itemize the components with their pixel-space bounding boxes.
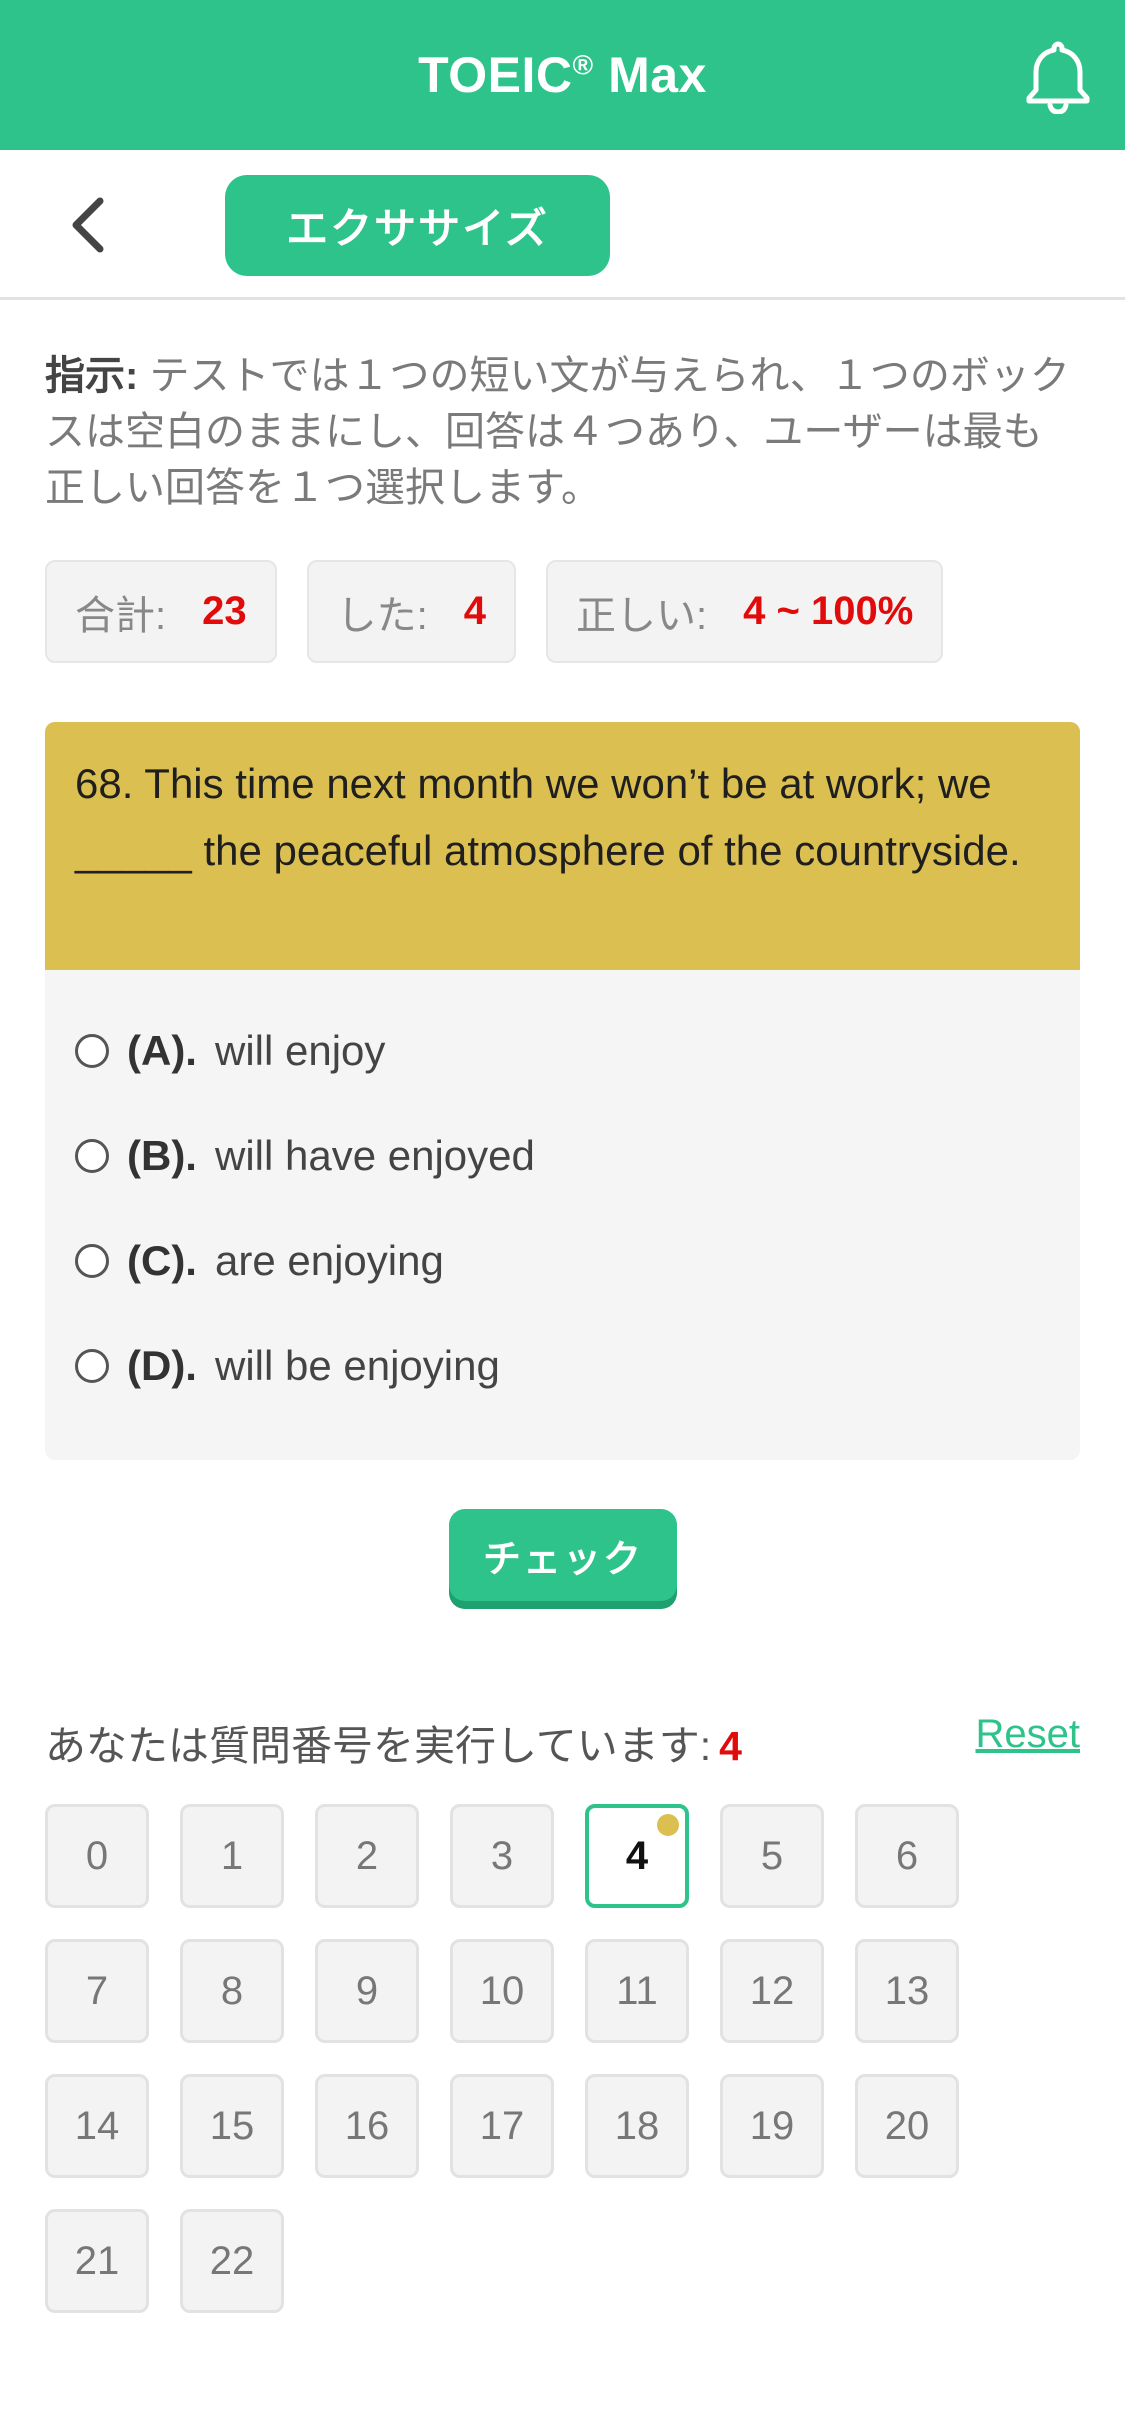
question-number-label: 6 — [895, 1833, 919, 1878]
question-number-button[interactable]: 8 — [180, 1939, 284, 2043]
option-label: (A). — [127, 1026, 197, 1074]
app-title: TOEIC® Max — [418, 46, 707, 104]
radio-button[interactable] — [75, 1033, 109, 1068]
app-header: TOEIC® Max — [0, 0, 1125, 150]
question-number-label: 1 — [220, 1833, 244, 1878]
question-card: 68. This time next month we won’t be at … — [45, 722, 1080, 1460]
question-number-button[interactable]: 20 — [855, 2074, 959, 2178]
answer-options: (A). will enjoy (B). will have enjoyed (… — [45, 970, 1080, 1460]
stats-row: 合計: 23 した: 4 正しい: 4 ~ 100% — [45, 560, 944, 663]
question-number-label: 19 — [749, 2103, 795, 2148]
radio-button[interactable] — [75, 1243, 109, 1278]
stat-total-value: 23 — [202, 589, 247, 633]
progress-label: あなたは質問番号を実行しています: — [45, 1723, 712, 1769]
question-number-label: 16 — [344, 2103, 390, 2148]
question-number-label: 17 — [479, 2103, 525, 2148]
question-number-button[interactable]: 0 — [45, 1804, 149, 1908]
option-label: (B). — [127, 1131, 197, 1179]
question-number-button[interactable]: 22 — [180, 2209, 284, 2313]
question-number-button[interactable]: 10 — [450, 1939, 554, 2043]
option-label: (C). — [127, 1236, 197, 1284]
question-number-button[interactable]: 1 — [180, 1804, 284, 1908]
question-number-button[interactable]: 18 — [585, 2074, 689, 2178]
back-arrow-icon[interactable] — [58, 190, 118, 260]
question-number-button[interactable]: 14 — [45, 2074, 149, 2178]
question-number-grid: 0 1 2 3 4 5 6 7 8 9 10 11 12 13 14 15 16 17 18 19 20 21 22 — [45, 1804, 1005, 2344]
instruction-body: テストでは１つの短い文が与えられ、１つのボックスは空白のままにし、回答は４つあり… — [45, 354, 1070, 510]
app-title-suffix: Max — [593, 47, 707, 103]
question-number-label: 7 — [85, 1968, 109, 2013]
app-title-mark: ® — [572, 49, 594, 81]
option-d[interactable]: (D). will be enjoying — [45, 1313, 1080, 1418]
subheader: エクササイズ — [0, 150, 1125, 300]
question-number-label: 21 — [74, 2238, 120, 2283]
question-number-button[interactable]: 6 — [855, 1804, 959, 1908]
question-number-label: 3 — [490, 1833, 514, 1878]
progress-text: あなたは質問番号を実行しています: 4 — [45, 1712, 742, 1772]
question-number-button[interactable]: 16 — [315, 2074, 419, 2178]
option-text: will enjoy — [214, 1026, 386, 1074]
stat-done-label: した: — [336, 593, 428, 638]
option-text: will be enjoying — [214, 1341, 500, 1389]
option-b[interactable]: (B). will have enjoyed — [45, 1103, 1080, 1208]
instruction-label: 指示: — [45, 354, 139, 398]
question-number-label: 8 — [220, 1968, 244, 2013]
question-number-button[interactable]: 5 — [720, 1804, 824, 1908]
stat-correct-label: 正しい: — [576, 593, 708, 638]
question-number-button[interactable]: 9 — [315, 1939, 419, 2043]
question-number-button[interactable]: 21 — [45, 2209, 149, 2313]
option-c[interactable]: (C). are enjoying — [45, 1208, 1080, 1313]
question-number-label: 13 — [884, 1968, 930, 2013]
question-number-label: 5 — [760, 1833, 784, 1878]
stat-total-label: 合計: — [75, 593, 167, 638]
app-title-main: TOEIC — [418, 47, 573, 103]
instruction-text: 指示: テストでは１つの短い文が与えられ、１つのボックスは空白のままにし、回答は… — [45, 348, 1075, 516]
question-number-label: 11 — [616, 1968, 658, 2013]
stat-done: した: 4 — [306, 560, 516, 663]
question-number-label: 14 — [74, 2103, 120, 2148]
reset-link[interactable]: Reset — [976, 1712, 1081, 1757]
option-label: (D). — [127, 1341, 197, 1389]
stat-correct: 正しい: 4 ~ 100% — [546, 560, 944, 663]
radio-button[interactable] — [75, 1138, 109, 1173]
question-number-button[interactable]: 2 — [315, 1804, 419, 1908]
question-number-label: 20 — [884, 2103, 930, 2148]
question-number-label: 10 — [479, 1968, 525, 2013]
option-text: will have enjoyed — [214, 1131, 535, 1179]
question-number-label: 0 — [85, 1833, 109, 1878]
option-text: are enjoying — [214, 1236, 444, 1284]
stat-correct-value: 4 ~ 100% — [743, 589, 914, 633]
stat-done-value: 4 — [463, 589, 486, 633]
question-number-label: 15 — [209, 2103, 255, 2148]
question-number-label: 18 — [614, 2103, 660, 2148]
question-number-label: 22 — [209, 2238, 255, 2283]
stat-total: 合計: 23 — [45, 560, 277, 663]
option-a[interactable]: (A). will enjoy — [45, 998, 1080, 1103]
question-number-label: 9 — [355, 1968, 379, 2013]
question-number-button[interactable]: 19 — [720, 2074, 824, 2178]
question-number-button[interactable]: 17 — [450, 2074, 554, 2178]
radio-button[interactable] — [75, 1348, 109, 1383]
question-number-button[interactable]: 13 — [855, 1939, 959, 2043]
check-button[interactable]: チェック — [449, 1509, 677, 1601]
question-number-button[interactable]: 4 — [585, 1804, 689, 1908]
question-text: 68. This time next month we won’t be at … — [45, 722, 1080, 970]
bell-icon[interactable] — [1023, 38, 1093, 115]
question-number-label: 12 — [749, 1968, 795, 2013]
tab-exercise[interactable]: エクササイズ — [225, 175, 610, 276]
current-question-number: 4 — [719, 1723, 742, 1769]
question-number-label: 4 — [625, 1833, 649, 1878]
question-number-button[interactable]: 7 — [45, 1939, 149, 2043]
question-number-button[interactable]: 3 — [450, 1804, 554, 1908]
question-number-button[interactable]: 11 — [585, 1939, 689, 2043]
question-number-button[interactable]: 15 — [180, 2074, 284, 2178]
question-number-button[interactable]: 12 — [720, 1939, 824, 2043]
question-number-label: 2 — [355, 1833, 379, 1878]
current-indicator-dot — [657, 1814, 679, 1836]
